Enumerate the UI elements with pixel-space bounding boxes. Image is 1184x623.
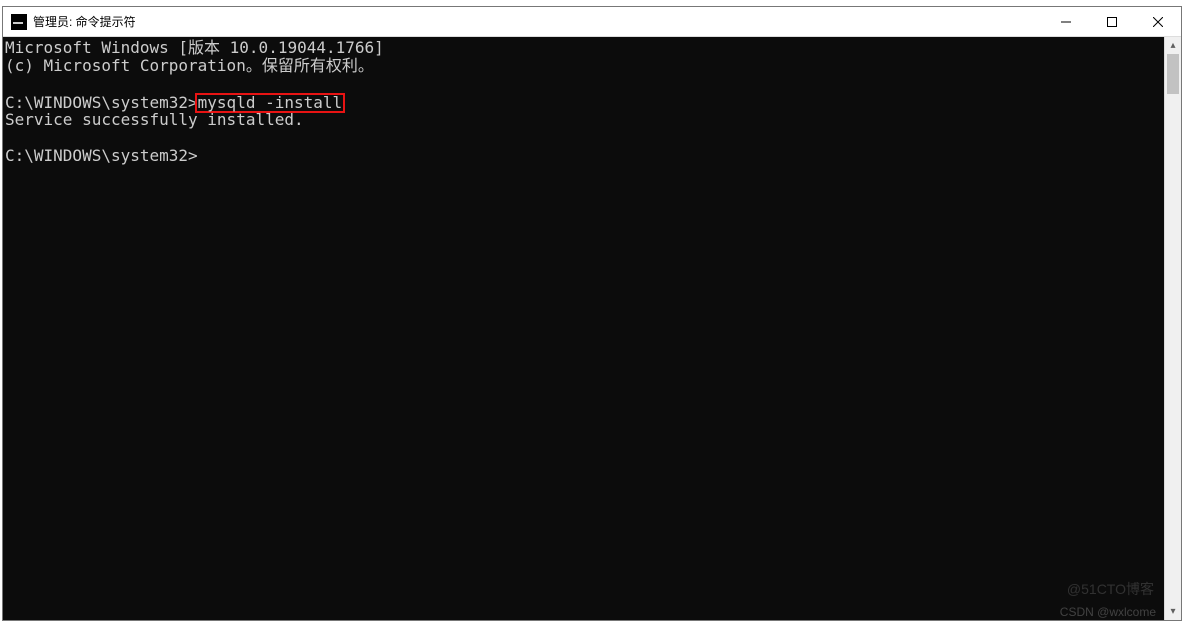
watermark-text: @51CTO博客 — [1067, 579, 1154, 599]
terminal-line: Microsoft Windows [版本 10.0.19044.1766] — [5, 39, 1164, 57]
scroll-down-arrow[interactable]: ▾ — [1165, 603, 1181, 620]
close-button[interactable] — [1135, 7, 1181, 36]
terminal-line — [5, 75, 1164, 93]
terminal-line: C:\WINDOWS\system32>mysqld -install — [5, 93, 1164, 111]
client-area: Microsoft Windows [版本 10.0.19044.1766](c… — [3, 37, 1181, 620]
maximize-button[interactable] — [1089, 7, 1135, 36]
vertical-scrollbar[interactable]: ▴ ▾ — [1164, 37, 1181, 620]
scroll-thumb[interactable] — [1167, 54, 1179, 94]
window-controls — [1043, 7, 1181, 36]
terminal-line — [5, 129, 1164, 147]
terminal-line: C:\WINDOWS\system32> — [5, 147, 1164, 165]
window-title: 管理员: 命令提示符 — [33, 13, 1043, 30]
terminal-line: (c) Microsoft Corporation。保留所有权利。 — [5, 57, 1164, 75]
terminal-output[interactable]: Microsoft Windows [版本 10.0.19044.1766](c… — [3, 37, 1164, 620]
cmd-window: 管理员: 命令提示符 Microsoft Windows [版本 10.0.19… — [2, 6, 1182, 621]
titlebar[interactable]: 管理员: 命令提示符 — [3, 7, 1181, 37]
cmd-icon — [11, 14, 27, 30]
scroll-up-arrow[interactable]: ▴ — [1165, 37, 1181, 54]
minimize-button[interactable] — [1043, 7, 1089, 36]
watermark-text: CSDN @wxlcome — [1060, 605, 1156, 619]
scroll-track[interactable] — [1165, 54, 1181, 603]
terminal-line: Service successfully installed. — [5, 111, 1164, 129]
